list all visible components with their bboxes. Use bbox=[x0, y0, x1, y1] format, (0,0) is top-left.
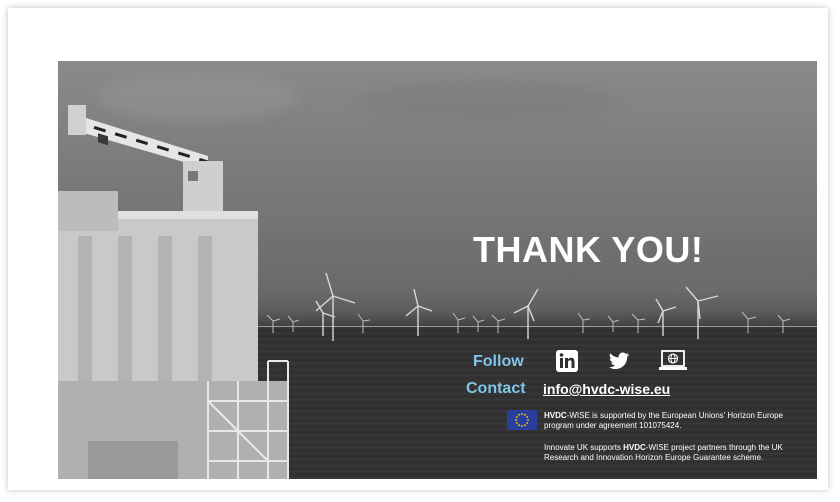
contact-label: Contact bbox=[466, 380, 526, 397]
slide-frame: THANK YOU! Follow Contact info@hvdc-wise… bbox=[8, 8, 828, 490]
eu-funding-notice: HVDC-WISE is supported by the European U… bbox=[544, 411, 814, 430]
offshore-platform bbox=[58, 105, 289, 479]
thank-you-slide: THANK YOU! Follow Contact info@hvdc-wise… bbox=[58, 61, 817, 479]
eu-notice-project-name: HVDC bbox=[544, 411, 567, 420]
twitter-icon[interactable] bbox=[607, 349, 633, 373]
contact-email-link[interactable]: info@hvdc-wise.eu bbox=[543, 381, 670, 397]
eu-notice-text: -WISE is supported by the European Union… bbox=[544, 411, 783, 430]
thank-you-heading: THANK YOU! bbox=[473, 229, 704, 270]
follow-label: Follow bbox=[473, 353, 524, 370]
website-icon[interactable] bbox=[658, 349, 688, 373]
uk-funding-notice: Innovate UK supports HVDC-WISE project p… bbox=[544, 443, 814, 462]
linkedin-icon[interactable] bbox=[555, 349, 581, 373]
eu-flag-icon bbox=[507, 410, 537, 430]
uk-notice-prefix: Innovate UK supports bbox=[544, 443, 624, 452]
uk-notice-project-name: HVDC bbox=[623, 443, 646, 452]
